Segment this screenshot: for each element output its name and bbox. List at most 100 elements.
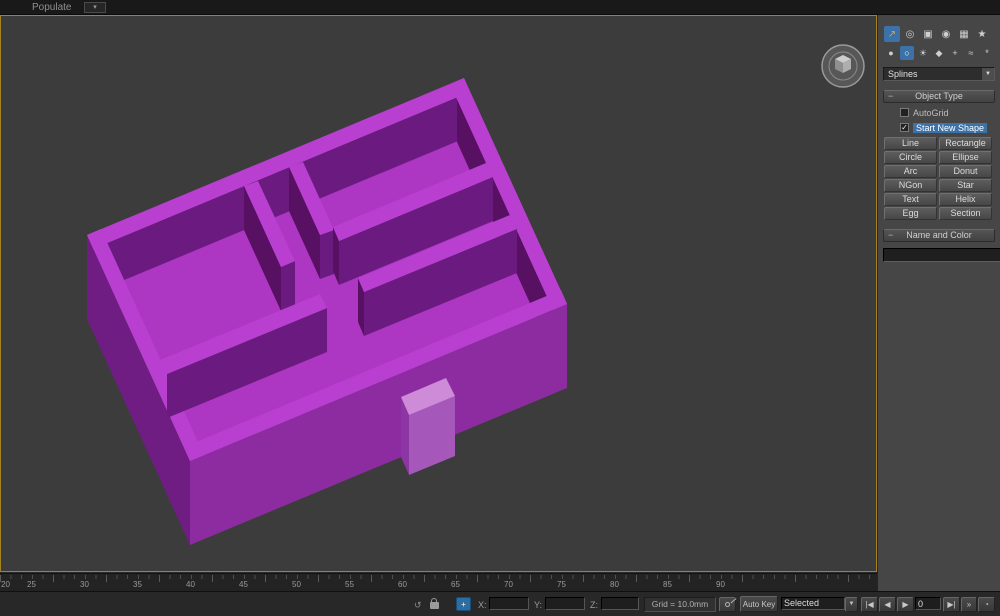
previous-frame-button[interactable]: ◀ [879, 597, 896, 612]
tab-display[interactable]: ▦ [956, 26, 972, 42]
z-coordinate-field[interactable] [601, 597, 639, 610]
next-frame-button[interactable]: ▶| [943, 597, 960, 612]
perspective-viewport[interactable] [0, 15, 877, 572]
tab-utilities[interactable]: ★ [974, 26, 990, 42]
frame-tick-label: 35 [133, 580, 142, 589]
y-coordinate-field[interactable] [545, 597, 585, 610]
set-key-button[interactable] [719, 597, 736, 612]
workspace-dropdown[interactable]: ▾ [84, 2, 106, 13]
shape-buttons-grid: Line Rectangle Circle Ellipse Arc Donut NGon St… [878, 133, 1000, 220]
frame-tick-label: 30 [80, 580, 89, 589]
menu-populate[interactable]: Populate [32, 2, 71, 13]
shape-button[interactable]: Egg [884, 207, 937, 220]
frame-tick-label: 25 [27, 580, 36, 589]
tab-motion[interactable]: ◉ [938, 26, 954, 42]
viewcube[interactable] [819, 42, 867, 90]
object-name-field[interactable] [883, 248, 1000, 262]
shape-button[interactable]: Text [884, 193, 937, 206]
category-helpers[interactable]: + [948, 46, 962, 60]
x-coordinate-field[interactable] [489, 597, 529, 610]
rollout-name-and-color[interactable]: − Name and Color [883, 229, 995, 242]
frame-tick-label: 90 [716, 580, 725, 589]
autogrid-row: AutoGrid [900, 107, 1000, 118]
start-new-shape-label: Start New Shape [913, 122, 988, 133]
frame-tick-label: 70 [504, 580, 513, 589]
shape-button[interactable]: Ellipse [939, 151, 992, 164]
grid-spacing-readout: Grid = 10.0mm [644, 597, 716, 612]
rollout-object-type[interactable]: − Object Type [883, 90, 995, 103]
light-icon: ☀ [918, 47, 928, 58]
shape-button[interactable]: Section [939, 207, 992, 220]
shape-button[interactable]: Rectangle [939, 137, 992, 150]
hierarchy-icon: ▣ [923, 28, 933, 40]
selection-cycle-icon[interactable]: ↺ [414, 600, 422, 611]
chevron-down-icon[interactable]: ▼ [845, 597, 858, 612]
checkmark-icon: ✓ [901, 123, 908, 132]
shape-button[interactable]: NGon [884, 179, 937, 192]
command-panel-tabs: ↗ ◎ ▣ ◉ ▦ ★ [878, 26, 1000, 42]
shape-button[interactable]: Line [884, 137, 937, 150]
3ds-max-window: Populate ▾ ↗ ◎ ▣ ◉ ▦ ★ ● ○ ☀ ◆ + ≈ * Spl… [0, 0, 1000, 616]
clock-icon: ◔ [984, 600, 989, 609]
time-configuration-button[interactable]: ◔ [978, 597, 995, 612]
autogrid-label: AutoGrid [913, 107, 949, 118]
autogrid-checkbox[interactable] [900, 108, 909, 117]
play-button[interactable]: ▶ [897, 597, 914, 612]
auto-key-button[interactable]: Auto Key [740, 596, 778, 612]
track-bar[interactable]: 20 25 30 35 40 45 50 55 60 65 70 75 80 85 90 [0, 573, 877, 591]
tab-modify[interactable]: ◎ [902, 26, 918, 42]
coordinate-mode-icon: + [461, 599, 466, 609]
shapes-spline-icon: ○ [904, 48, 910, 58]
play-icon: ▶ [902, 600, 909, 609]
go-to-start-button[interactable]: |◀ [861, 597, 878, 612]
shape-category-dropdown[interactable]: Splines ▼ [883, 67, 995, 81]
selection-lock-icon[interactable] [430, 598, 439, 609]
utilities-icon: ★ [977, 28, 987, 40]
frame-tick-label: 80 [610, 580, 619, 589]
category-space-warps[interactable]: ≈ [964, 46, 978, 60]
category-systems[interactable]: * [980, 46, 994, 60]
camera-icon: ◆ [935, 47, 943, 58]
category-shapes[interactable]: ○ [900, 46, 914, 60]
shape-button[interactable]: Helix [939, 193, 992, 206]
shape-button[interactable]: Donut [939, 165, 992, 178]
status-bar: ↺ + X: Y: Z: Grid = 10.0mm Auto Key Sele… [0, 591, 1000, 616]
tab-create[interactable]: ↗ [884, 26, 900, 42]
selection-set-dropdown[interactable]: Selected [781, 597, 845, 610]
category-cameras[interactable]: ◆ [932, 46, 946, 60]
viewport-canvas[interactable] [1, 16, 876, 571]
category-geometry[interactable]: ● [884, 46, 898, 60]
create-arrow-icon: ↗ [887, 28, 897, 40]
frame-tick-label: 40 [186, 580, 195, 589]
frame-tick-label: 20 [1, 580, 10, 589]
rollout-name-color-label: Name and Color [906, 230, 972, 240]
category-lights[interactable]: ☀ [916, 46, 930, 60]
collapse-icon: − [888, 91, 894, 101]
shape-button[interactable]: Circle [884, 151, 937, 164]
chevron-down-icon[interactable]: ▼ [981, 68, 994, 80]
systems-icon: * [985, 48, 989, 58]
x-coordinate-label: X: [478, 600, 487, 610]
shape-category-value: Splines [888, 69, 918, 79]
floorplan-spline-object[interactable] [87, 78, 567, 545]
frame-tick-label: 65 [451, 580, 460, 589]
frame-tick-label: 60 [398, 580, 407, 589]
start-new-shape-checkbox[interactable]: ✓ [900, 123, 909, 132]
current-frame-field[interactable] [915, 597, 941, 610]
helpers-icon: + [952, 48, 958, 58]
command-panel: ↗ ◎ ▣ ◉ ▦ ★ ● ○ ☀ ◆ + ≈ * Splines ▼ − Ob… [877, 15, 1000, 591]
absolute-mode-toggle[interactable]: + [456, 597, 471, 611]
key-icon [723, 600, 732, 609]
display-icon: ▦ [959, 28, 969, 40]
space-warp-icon: ≈ [968, 48, 974, 58]
frame-tick-label: 50 [292, 580, 301, 589]
shape-button[interactable]: Arc [884, 165, 937, 178]
tab-hierarchy[interactable]: ▣ [920, 26, 936, 42]
next-frame-icon: ▶| [947, 600, 956, 609]
go-to-start-icon: |◀ [865, 600, 874, 609]
collapse-icon: − [888, 230, 894, 240]
previous-frame-icon: ◀ [884, 600, 891, 609]
rollout-object-type-label: Object Type [915, 91, 963, 101]
go-to-end-button[interactable]: » [961, 597, 977, 612]
shape-button[interactable]: Star [939, 179, 992, 192]
